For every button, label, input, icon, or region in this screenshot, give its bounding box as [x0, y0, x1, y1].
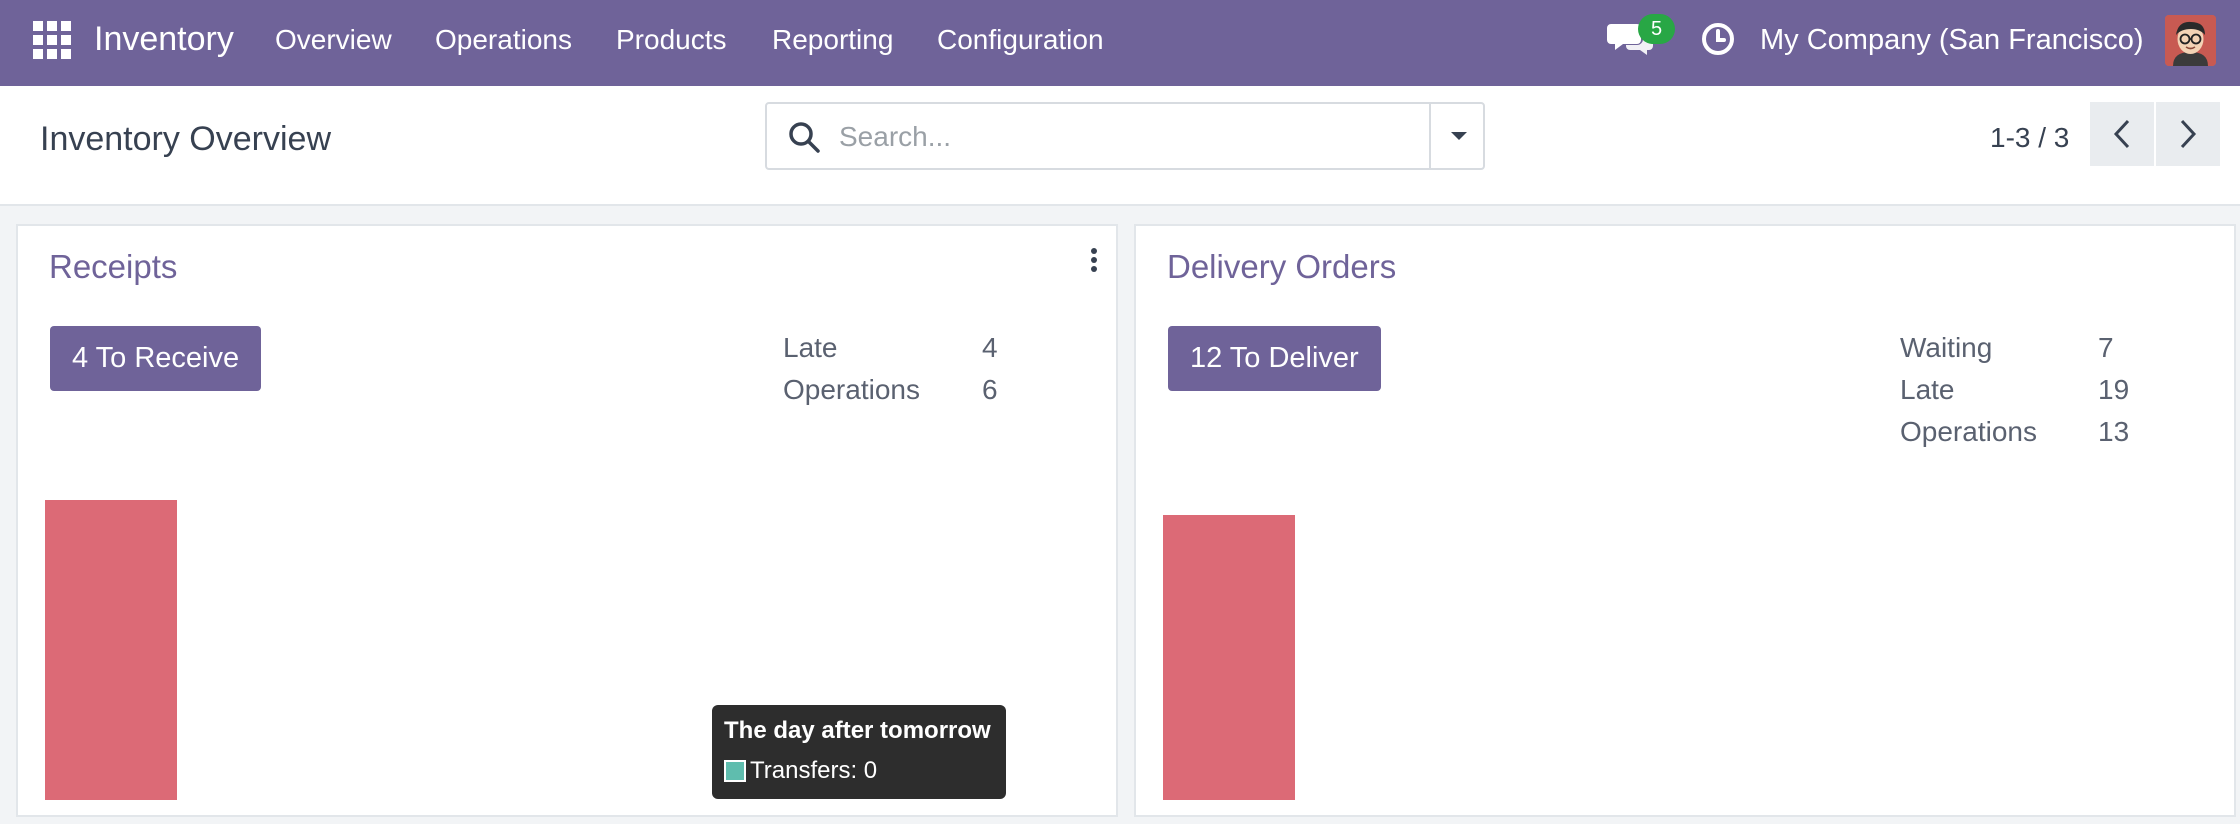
stat-late-label[interactable]: Late	[783, 330, 838, 366]
stat-late-value[interactable]: 19	[2098, 372, 2129, 408]
stat-waiting-value[interactable]: 7	[2098, 330, 2114, 366]
activity-clock-icon[interactable]	[1701, 22, 1735, 56]
menu-configuration[interactable]: Configuration	[937, 22, 1104, 58]
pager-value: 1-3 / 3	[1990, 122, 2070, 153]
menu-overview[interactable]: Overview	[275, 22, 392, 58]
search-input[interactable]	[837, 114, 1461, 160]
control-panel: Inventory Overview 1-3 / 3	[0, 86, 2240, 206]
stat-operations-label[interactable]: Operations	[1900, 414, 2037, 450]
app-name[interactable]: Inventory	[94, 18, 234, 60]
menu-operations[interactable]: Operations	[435, 22, 572, 58]
card-menu-kebab-icon[interactable]	[1088, 246, 1100, 276]
pager-next-button[interactable]	[2156, 102, 2220, 166]
stat-operations-label[interactable]: Operations	[783, 372, 920, 408]
chevron-left-icon	[2113, 119, 2130, 149]
search-options-toggle[interactable]	[1429, 104, 1487, 168]
to-receive-button[interactable]: 4 To Receive	[50, 326, 262, 391]
stat-operations-value[interactable]: 6	[982, 372, 998, 408]
card-title[interactable]: Receipts	[49, 246, 177, 288]
menu-products[interactable]: Products	[616, 22, 727, 58]
company-switcher[interactable]: My Company (San Francisco)	[1760, 22, 2144, 58]
apps-grid-icon[interactable]	[33, 21, 71, 59]
delivery-orders-card: Delivery Orders 12 To Deliver Waiting 7 …	[1134, 224, 2236, 817]
menu-reporting[interactable]: Reporting	[772, 22, 893, 58]
stat-waiting-label[interactable]: Waiting	[1900, 330, 1992, 366]
receipts-card: Receipts 4 To Receive Late 4 Operations …	[16, 224, 1118, 817]
tooltip-value: Transfers: 0	[750, 757, 878, 784]
stat-late-label[interactable]: Late	[1900, 372, 1955, 408]
search-icon	[787, 120, 821, 154]
user-avatar[interactable]	[2165, 15, 2216, 66]
chevron-right-icon	[2180, 119, 2197, 149]
pager-previous-button[interactable]	[2090, 102, 2154, 166]
stat-operations-value[interactable]: 13	[2098, 414, 2129, 450]
page-title: Inventory Overview	[40, 120, 331, 158]
to-deliver-button[interactable]: 12 To Deliver	[1168, 326, 1381, 391]
card-title[interactable]: Delivery Orders	[1167, 246, 1396, 288]
graph-tooltip: The day after tomorrow Transfers: 0	[712, 705, 1006, 799]
tooltip-title: The day after tomorrow	[724, 717, 991, 744]
graph-bar-late[interactable]	[1163, 515, 1295, 800]
search-box	[765, 102, 1485, 170]
graph-bar-late[interactable]	[45, 500, 177, 800]
caret-down-icon	[1451, 132, 1467, 140]
top-navbar: Inventory Overview Operations Products R…	[0, 0, 2240, 86]
messages-count-badge: 5	[1638, 14, 1675, 44]
stat-late-value[interactable]: 4	[982, 330, 998, 366]
legend-swatch	[724, 760, 746, 782]
